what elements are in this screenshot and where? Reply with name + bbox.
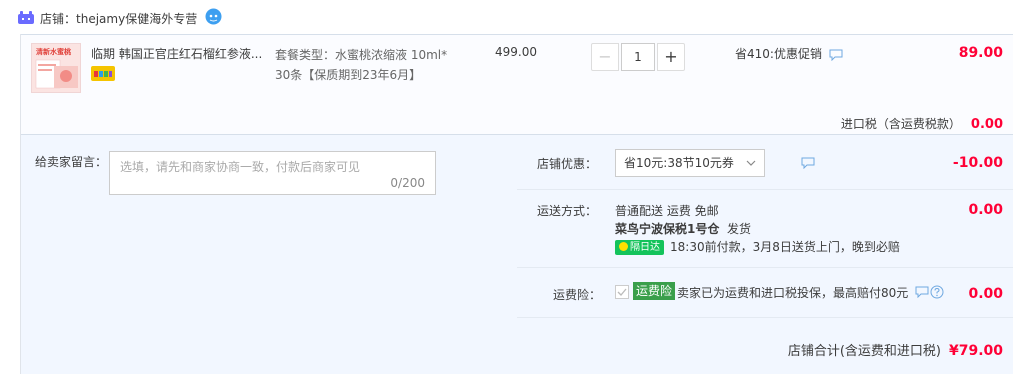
order-box: 清新水蜜桃 临期 韩国正官庄红石榴红参液... 套餐类型：水蜜桃浓缩液 10ml… <box>20 34 1013 374</box>
cart-item-row: 清新水蜜桃 临期 韩国正官庄红石榴红参液... 套餐类型：水蜜桃浓缩液 10ml… <box>21 34 1013 134</box>
unit-price: 499.00 <box>495 45 537 59</box>
order-options: 给卖家留言： 选填，请先和商家协商一致，付款后商家可见 0/200 店铺优惠： … <box>21 134 1013 374</box>
shipping-method: 普通配送 运费 免邮 <box>615 204 719 218</box>
product-thumbnail[interactable]: 清新水蜜桃 <box>31 43 81 93</box>
promo-info-icon[interactable] <box>829 49 843 61</box>
lightning-icon <box>619 242 628 251</box>
shipping-insurance-section: 运费险： 运费险 卖家已为运费和进口税投保，最高赔付80元 0.00 <box>517 268 1013 318</box>
quantity-input[interactable] <box>621 43 655 71</box>
grand-total-value: ¥79.00 <box>948 343 1003 359</box>
shipping-value: 0.00 <box>968 202 1003 218</box>
shop-discount-select[interactable]: 省10元:38节10元券 <box>615 149 765 177</box>
shipping-warehouse-line: 菜鸟宁波保税1号仓 发货 <box>615 220 751 237</box>
check-icon <box>617 288 627 296</box>
insurance-value: 0.00 <box>968 286 1003 302</box>
wangwang-chat-icon[interactable] <box>205 8 222 25</box>
product-thumb-text: 清新水蜜桃 <box>36 48 71 56</box>
tmall-shop-icon <box>18 11 34 24</box>
order-summary-pane: 店铺优惠： 省10元:38节10元券 -10.00 运送方式： 普通配送 运费 … <box>517 135 1013 375</box>
shop-discount-section: 店铺优惠： 省10元:38节10元券 -10.00 <box>517 135 1013 190</box>
grand-total-label: 店铺合计(含运费和进口税) <box>787 344 941 359</box>
shop-header: 店铺：thejamy保健海外专营 <box>0 0 1019 34</box>
shipping-warehouse-suffix: 发货 <box>727 222 752 236</box>
decrease-quantity-button[interactable]: − <box>591 43 619 71</box>
next-day-badge-text: 隔日达 <box>630 242 660 253</box>
shop-label: 店铺： <box>40 12 77 26</box>
shop-name-link[interactable]: thejamy保健海外专营 <box>76 12 197 26</box>
discount-info-icon[interactable] <box>801 157 815 169</box>
seller-memo-textarea[interactable]: 选填，请先和商家协商一致，付款后商家可见 0/200 <box>109 151 436 195</box>
chevron-down-icon <box>746 160 756 166</box>
spec-line-1: 套餐类型：水蜜桃浓缩液 10ml* <box>275 48 448 62</box>
item-total-price: 89.00 <box>958 45 1003 61</box>
import-tax-value: 0.00 <box>970 117 1003 132</box>
increase-quantity-button[interactable]: + <box>657 43 685 71</box>
product-title-link[interactable]: 临期 韩国正官庄红石榴红参液... <box>91 45 271 62</box>
seller-memo-placeholder: 选填，请先和商家协商一致，付款后商家可见 <box>120 160 361 174</box>
product-spec: 套餐类型：水蜜桃浓缩液 10ml* 30条【保质期到23年6月】 <box>275 45 465 85</box>
seller-memo-label: 给卖家留言： <box>35 155 108 169</box>
help-icon[interactable] <box>930 285 944 299</box>
import-tax-row: 进口税（含运费税款） 0.00 <box>841 115 1003 132</box>
shipping-eta-line: 隔日达 18:30前付款，3月8日送货上门，晚到必赔 <box>615 238 900 255</box>
shipping-eta: 18:30前付款，3月8日送货上门，晚到必赔 <box>670 240 900 254</box>
insurance-checkbox[interactable] <box>615 285 629 299</box>
shipping-section: 运送方式： 普通配送 运费 免邮 菜鸟宁波保税1号仓 发货 隔日达 18:30前付… <box>517 190 1013 268</box>
seller-memo-char-count: 0/200 <box>390 176 425 190</box>
shop-discount-value: -10.00 <box>952 155 1003 171</box>
promotion-text: 省410:优惠促销 <box>735 47 822 61</box>
insurance-badge: 运费险 <box>633 282 676 300</box>
import-tax-label: 进口税（含运费税款） <box>840 117 961 131</box>
shop-grand-total: 店铺合计(含运费和进口税) ¥79.00 <box>788 340 1003 359</box>
next-day-badge: 隔日达 <box>615 240 664 255</box>
shop-discount-label: 店铺优惠： <box>537 157 598 171</box>
shop-discount-selected: 省10元:38节10元券 <box>624 156 734 170</box>
insurance-text: 卖家已为运费和进口税投保，最高赔付80元 <box>677 286 909 300</box>
spec-line-2: 30条【保质期到23年6月】 <box>275 68 422 82</box>
shipping-warehouse: 菜鸟宁波保税1号仓 <box>615 222 720 236</box>
insurance-chat-icon[interactable] <box>915 286 929 298</box>
shipping-label: 运送方式： <box>537 204 598 218</box>
gold-card-icon <box>91 66 115 81</box>
insurance-label: 运费险： <box>553 288 602 302</box>
